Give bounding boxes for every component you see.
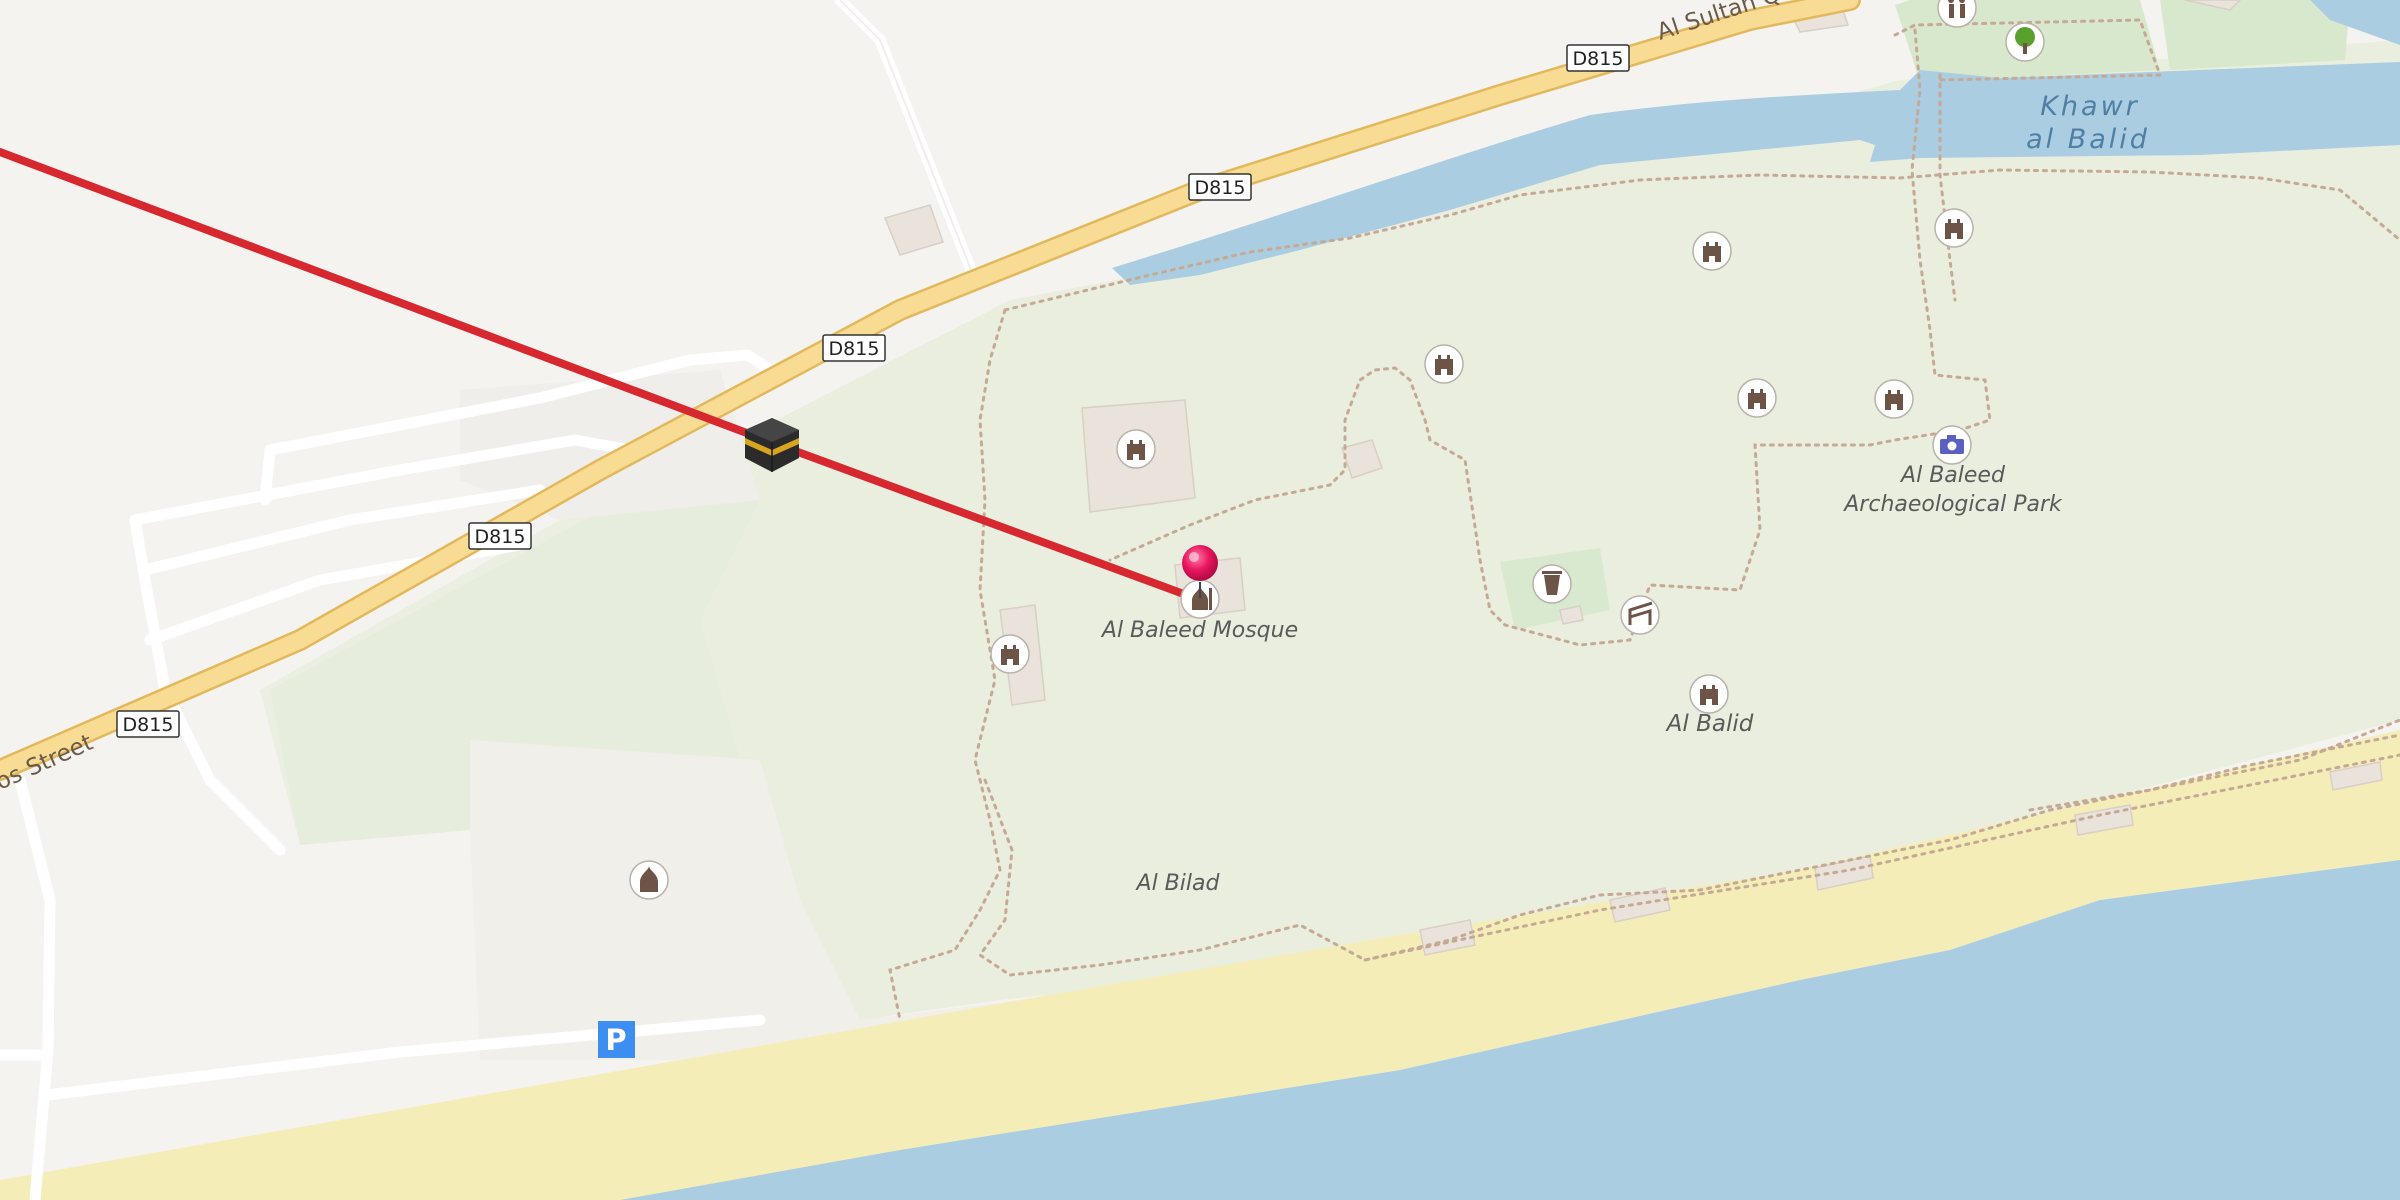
tree-icon[interactable] [2005, 22, 2045, 62]
castle-icon[interactable] [1737, 378, 1777, 418]
road-shield: D815 [1566, 44, 1630, 72]
castle-icon[interactable] [1874, 379, 1914, 419]
castle-icon[interactable] [1424, 344, 1464, 384]
road-shield: D815 [468, 522, 532, 550]
camera-icon[interactable] [1932, 425, 1972, 465]
castle-icon[interactable] [1934, 208, 1974, 248]
road-shield: D815 [822, 334, 886, 362]
water-label-line1: Khawr [2040, 91, 2140, 122]
place-label-al-bilad: Al Bilad [1135, 871, 1221, 896]
place-label-al-balid: Al Balid [1665, 711, 1754, 737]
castle-icon[interactable] [990, 634, 1030, 674]
road-shield: D815 [1188, 173, 1252, 201]
map-canvas[interactable]: D815 D815 D815 D815 D815 os Street Al Su… [0, 0, 2400, 1200]
castle-icon[interactable] [1116, 429, 1156, 469]
parking-icon[interactable]: P [598, 1021, 635, 1058]
map-view[interactable]: D815 D815 D815 D815 D815 os Street Al Su… [0, 0, 2400, 1200]
parking-label: P [605, 1023, 626, 1057]
castle-icon[interactable] [1689, 674, 1729, 714]
poi-label-mosque: Al Baleed Mosque [1100, 618, 1298, 643]
svg-text:D815: D815 [1195, 177, 1246, 199]
poi-label-park-line2: Archaeological Park [1842, 492, 2063, 517]
svg-text:D815: D815 [1573, 48, 1624, 70]
water-label-line2: al Balid [2026, 124, 2150, 155]
poi-label-park-line1: Al Baleed [1899, 463, 2006, 488]
castle-icon[interactable] [1692, 231, 1732, 271]
svg-text:D815: D815 [475, 526, 526, 548]
bench-icon[interactable] [1620, 595, 1660, 635]
svg-text:D815: D815 [123, 714, 174, 736]
road-shield: D815 [116, 710, 180, 738]
mosque-icon[interactable] [629, 860, 669, 900]
waste-basket-icon[interactable] [1532, 564, 1572, 604]
svg-text:D815: D815 [829, 338, 880, 360]
